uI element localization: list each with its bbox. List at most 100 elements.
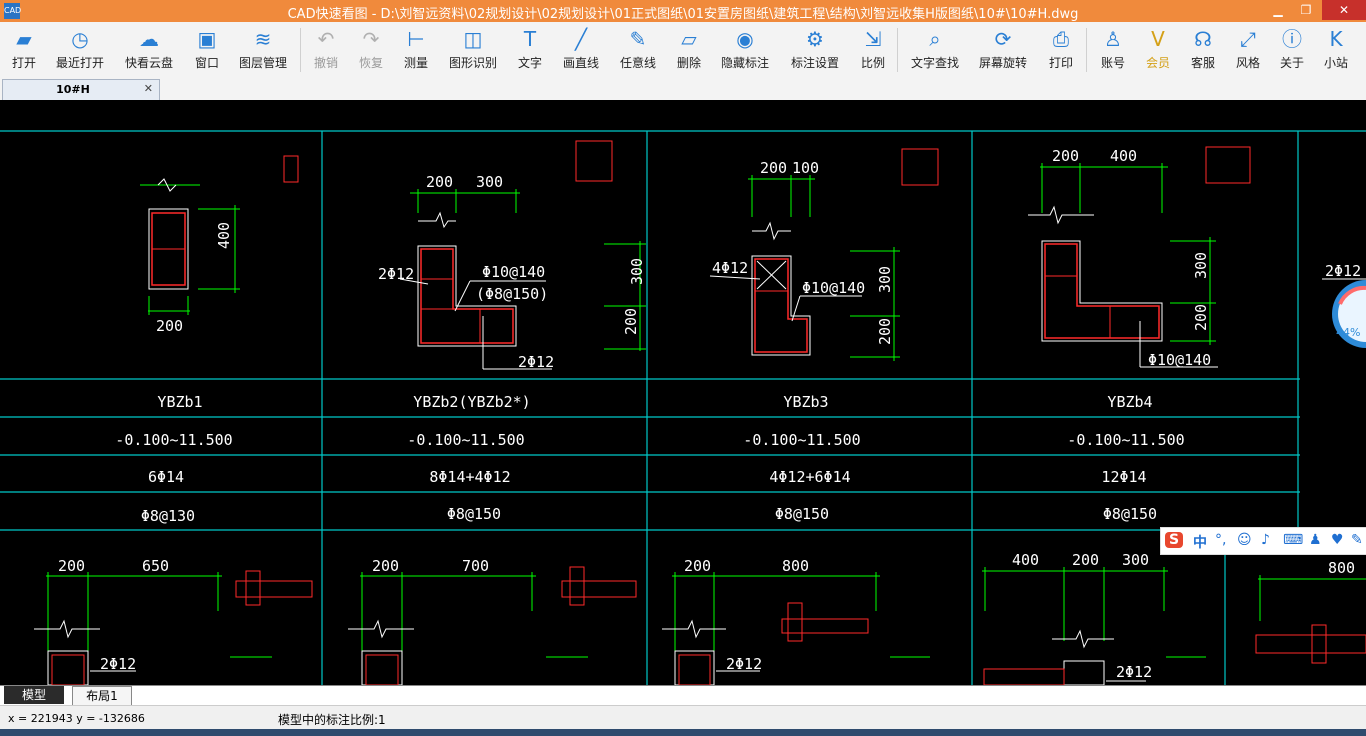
dim-c4-1: 200 <box>1052 147 1079 165</box>
toolbar-info-button[interactable]: ⓘ 关于 <box>1278 26 1306 71</box>
dim-c3-1: 200 <box>760 159 787 177</box>
dim-r2-9: 300 <box>1122 551 1149 569</box>
long-bars-3: 4Φ12+6Φ14 <box>769 468 850 486</box>
toolbar-shape-recognize-button[interactable]: ◫ 图形识别 <box>448 26 498 71</box>
toolbar-cloud-button[interactable]: ☁ 快看云盘 <box>124 26 174 71</box>
punctuation-icon[interactable]: °, <box>1215 532 1226 548</box>
dim-c1-v: 400 <box>215 222 233 249</box>
dim-c4-3: 300 <box>1192 252 1210 279</box>
toolbar-text-button[interactable]: T 文字 <box>516 26 544 71</box>
window-title: CAD快速看图 - D:\刘智远资料\02规划设计\02规划设计\01正式图纸\… <box>287 7 1079 22</box>
stirrup-2: Φ8@150 <box>447 505 501 523</box>
ime-mode[interactable]: 中 <box>1193 532 1207 552</box>
bar-r2-2: 2Φ12 <box>726 655 762 673</box>
column-name-1: YBZb1 <box>157 393 202 411</box>
layout-tabs: 模型 布局1 <box>0 685 1366 706</box>
toolbar-separator <box>1086 28 1087 72</box>
main-toolbar: ▰ 打开 ◷ 最近打开 ☁ 快看云盘 ▣ 窗口 ≋ 图层管理 ↶ 撤销 ↷ 恢复 ⊢ 测量 ◫ 图形识别 T 文字 ╱ 画… <box>0 22 1366 77</box>
toolbar-line-button[interactable]: ╱ 画直线 <box>562 26 600 71</box>
toolbar-headset-button[interactable]: ☊ 客服 <box>1189 26 1217 71</box>
window-icon: ▣ <box>197 27 217 51</box>
dim-c3-2: 100 <box>792 159 819 177</box>
dim-c2-3: 300 <box>628 258 646 285</box>
toolbar-label: 画直线 <box>562 56 599 70</box>
toolbar-label: 比例 <box>860 56 885 70</box>
toolbar-annotation-settings-button[interactable]: ⚙ 标注设置 <box>790 26 840 71</box>
emoji-icon[interactable]: ☺ <box>1237 532 1252 548</box>
dim-c1-h: 200 <box>156 317 183 335</box>
progress-widget[interactable]: 44% <box>1330 252 1366 348</box>
bar-c3-left: 4Φ12 <box>712 259 748 277</box>
os-taskbar <box>0 729 1366 736</box>
user-icon: ♙ <box>1104 27 1122 51</box>
long-bars-4: 12Φ14 <box>1101 468 1146 486</box>
toolbar-recent-button[interactable]: ◷ 最近打开 <box>55 26 105 71</box>
microphone-icon[interactable]: ♪ <box>1261 532 1270 548</box>
document-tab[interactable]: 10#H ✕ <box>2 79 160 100</box>
toolbar-label: 打印 <box>1048 56 1073 70</box>
toolbar-printer-button[interactable]: ⎙ 打印 <box>1047 26 1075 71</box>
toolbar-label: 会员 <box>1145 56 1170 70</box>
ime-toolbar[interactable]: S 中 °, ☺ ♪ ⌨ ♟ ♥ ✎ <box>1160 527 1366 555</box>
toolbar-rotate-screen-button[interactable]: ⟳ 屏幕旋转 <box>978 26 1028 71</box>
toolbar-user-button[interactable]: ♙ 账号 <box>1099 26 1127 71</box>
close-tab-icon[interactable]: ✕ <box>144 82 153 95</box>
maximize-button[interactable]: ❐ <box>1292 0 1320 20</box>
toolbar-label: 撤销 <box>313 56 338 70</box>
dim-c2-1: 200 <box>426 173 453 191</box>
dim-r2-5: 200 <box>684 557 711 575</box>
dim-r2-3: 200 <box>372 557 399 575</box>
section-ybzb3: 200 100 300 200 4Φ12 Φ10@140 <box>709 148 939 361</box>
drawing-canvas[interactable]: 400 200 200 300 300 200 2Φ12 Φ10@140 (Φ8… <box>0 101 1366 685</box>
toolbar-window-button[interactable]: ▣ 窗口 <box>193 26 221 71</box>
toolbar-pen-button[interactable]: ✎ 任意线 <box>619 26 657 71</box>
dim-r2-4: 700 <box>462 557 489 575</box>
tab-model[interactable]: 模型 <box>4 686 64 704</box>
toolbar-label: 屏幕旋转 <box>978 56 1027 70</box>
toolbar-label: 小站 <box>1323 56 1348 70</box>
toolbar-scale-button[interactable]: ⇲ 比例 <box>859 26 887 71</box>
redo-icon: ↷ <box>362 27 380 51</box>
toolbar-folder-open-button[interactable]: ▰ 打开 <box>11 26 37 71</box>
toolbar-layers-button[interactable]: ≋ 图层管理 <box>238 26 288 71</box>
toolbar-label: 隐藏标注 <box>720 56 769 70</box>
elevation-3: -0.100~11.500 <box>743 431 860 449</box>
toolbar-label: 恢复 <box>358 56 383 70</box>
cursor-coordinates: x = 221943 y = -132686 <box>8 712 145 725</box>
layers-icon: ≋ <box>254 27 272 51</box>
tab-layout1[interactable]: 布局1 <box>72 686 132 706</box>
info-icon: ⓘ <box>1282 27 1302 51</box>
toolbar-k-site-button[interactable]: K 小站 <box>1322 26 1350 71</box>
eye-hide-icon: ◉ <box>736 27 754 51</box>
text-search-icon: ⌕ <box>929 27 941 51</box>
dim-r2-8: 200 <box>1072 551 1099 569</box>
toolbar-style-button[interactable]: ⤢ 风格 <box>1234 26 1262 71</box>
toolbar-ruler-button[interactable]: ⊢ 测量 <box>402 26 430 71</box>
toolbar-redo-button[interactable]: ↷ 恢复 <box>357 26 385 71</box>
toolbar-label: 最近打开 <box>55 56 104 70</box>
minimize-button[interactable]: ▁ <box>1264 0 1292 20</box>
close-button[interactable]: ✕ <box>1322 0 1366 20</box>
elevation-2: -0.100~11.500 <box>407 431 524 449</box>
dim-c4-4: 200 <box>1192 304 1210 331</box>
toolbar-label: 图形识别 <box>448 56 497 70</box>
skin-icon[interactable]: ♥ <box>1331 532 1344 548</box>
undo-icon: ↶ <box>317 27 335 51</box>
section-ybzb2: 200 300 300 200 2Φ12 Φ10@140 (Φ8@150) 2Φ… <box>378 140 646 371</box>
text-icon: T <box>523 27 537 51</box>
toolbar-eraser-button[interactable]: ▱ 删除 <box>675 26 703 71</box>
elevation-4: -0.100~11.500 <box>1067 431 1184 449</box>
wrench-icon[interactable]: ✎ <box>1351 532 1363 548</box>
dim-r2-2: 650 <box>142 557 169 575</box>
toolbar-text-search-button[interactable]: ⌕ 文字查找 <box>910 26 960 71</box>
stirrup-3: Φ8@150 <box>775 505 829 523</box>
table-grid <box>0 130 1366 685</box>
toolbar-undo-button[interactable]: ↶ 撤销 <box>312 26 340 71</box>
toolbar-vip-button[interactable]: V 会员 <box>1144 26 1172 71</box>
user-settings-icon[interactable]: ♟ <box>1309 532 1322 548</box>
keyboard-icon[interactable]: ⌨ <box>1283 532 1303 548</box>
toolbar-label: 风格 <box>1235 56 1260 70</box>
toolbar-eye-hide-button[interactable]: ◉ 隐藏标注 <box>720 26 770 71</box>
toolbar-label: 图层管理 <box>238 56 287 70</box>
bar-c2-stirrup1: Φ10@140 <box>482 263 545 281</box>
